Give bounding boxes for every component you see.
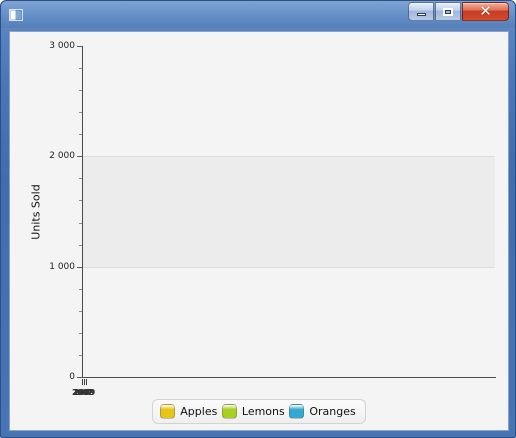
- x-tick-labels: 2007 2008 2009: [72, 388, 108, 400]
- app-icon: [9, 9, 23, 21]
- y-major-tick: [77, 46, 82, 47]
- y-major-tick: [77, 267, 82, 268]
- y-minor-tick: [79, 68, 82, 69]
- legend: Apples Lemons Oranges: [152, 399, 366, 424]
- legend-swatch-apples: [160, 404, 176, 419]
- window-controls: ✕: [408, 2, 509, 21]
- x-axis-line: [82, 377, 496, 378]
- legend-item-apples[interactable]: Apples: [160, 404, 217, 419]
- x-tick-label-2009: 2009: [74, 388, 96, 397]
- legend-swatch-lemons: [221, 404, 237, 419]
- plot-area: [82, 46, 495, 377]
- y-axis-label: Units Sold: [29, 184, 43, 240]
- y-minor-tick: [79, 223, 82, 224]
- y-major-tick: [77, 377, 82, 378]
- legend-item-oranges[interactable]: Oranges: [289, 404, 356, 419]
- alternating-row-band: [82, 156, 495, 267]
- y-minor-tick: [79, 289, 82, 290]
- maximize-icon: [443, 7, 453, 16]
- x-tick-2009: [86, 379, 87, 385]
- legend-label-apples: Apples: [180, 405, 218, 418]
- y-minor-tick: [79, 90, 82, 91]
- y-minor-tick: [79, 245, 82, 246]
- minimize-icon: [416, 13, 426, 16]
- legend-label-oranges: Oranges: [309, 405, 356, 418]
- x-tick-2008: [84, 379, 85, 385]
- y-tick-label-2000: 2 000: [49, 151, 75, 162]
- y-axis-line: [82, 46, 83, 378]
- y-minor-tick: [79, 200, 82, 201]
- y-tick-label-0: 0: [69, 372, 75, 382]
- maximize-button[interactable]: [435, 2, 461, 21]
- legend-swatch-oranges: [289, 404, 305, 419]
- y-minor-tick: [79, 134, 82, 135]
- chart-window: ✕ 0 1 000 2 000 3 000 Units Sold 2007 20…: [0, 0, 516, 438]
- minimize-button[interactable]: [408, 2, 434, 21]
- y-minor-tick: [79, 112, 82, 113]
- chart-container: 0 1 000 2 000 3 000 Units Sold 2007 2008…: [9, 31, 509, 431]
- y-tick-label-1000: 1 000: [49, 261, 75, 272]
- legend-item-lemons[interactable]: Lemons: [221, 404, 285, 419]
- y-minor-tick: [79, 178, 82, 179]
- close-button[interactable]: ✕: [462, 2, 509, 21]
- legend-label-lemons: Lemons: [241, 405, 285, 418]
- y-minor-tick: [79, 355, 82, 356]
- y-tick-label-3000: 3 000: [49, 41, 75, 51]
- y-minor-tick: [79, 333, 82, 334]
- grid-line-1000: [82, 266, 495, 268]
- y-minor-tick: [79, 311, 82, 312]
- title-bar[interactable]: ✕: [1, 1, 515, 29]
- close-icon: ✕: [479, 2, 492, 20]
- grid-line-2000: [82, 156, 495, 158]
- x-tick-2007: [82, 379, 83, 385]
- y-major-tick: [77, 156, 82, 157]
